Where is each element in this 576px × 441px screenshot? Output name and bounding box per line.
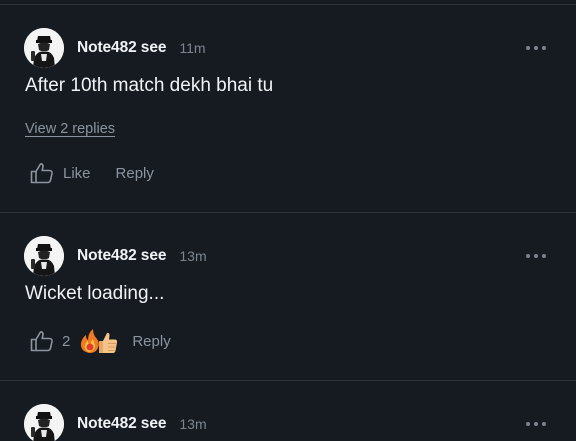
reply-button[interactable]: Reply	[116, 165, 154, 182]
divider	[0, 4, 576, 5]
username[interactable]: Note482 see	[77, 39, 166, 57]
comment-timestamp: 13m	[179, 416, 207, 432]
fire-icon	[81, 329, 100, 353]
comment-item: Note482 see 13m Wicket loading... 2 Repl…	[0, 236, 576, 381]
view-replies-link[interactable]: View 2 replies	[25, 121, 115, 137]
username[interactable]: Note482 see	[77, 247, 166, 265]
avatar-image	[24, 28, 64, 68]
comment-header: Note482 see 13m	[24, 236, 207, 276]
user-avatar[interactable]	[24, 28, 64, 68]
comment-actions: 2 Reply	[30, 328, 171, 354]
reaction-summary[interactable]	[78, 327, 118, 355]
like-button[interactable]: 2	[30, 330, 70, 352]
username[interactable]: Note482 see	[77, 415, 166, 433]
more-options-icon[interactable]	[526, 41, 546, 55]
comment-timestamp: 13m	[179, 248, 207, 264]
reply-button[interactable]: Reply	[132, 333, 170, 350]
avatar-image	[24, 404, 64, 441]
comment-text: Wicket loading...	[25, 283, 165, 304]
user-avatar[interactable]	[24, 236, 64, 276]
thumbs-up-outline-icon	[30, 331, 53, 352]
more-options-icon[interactable]	[526, 417, 546, 431]
comment-thread: Note482 see 11m After 10th match dekh bh…	[0, 0, 576, 441]
comment-item: Note482 see 13m	[0, 404, 576, 441]
like-button[interactable]: Like	[30, 162, 91, 184]
reaction-icons	[81, 329, 118, 353]
more-options-icon[interactable]	[526, 249, 546, 263]
thumbs-up-icon	[99, 332, 118, 353]
divider	[0, 380, 576, 381]
comment-timestamp: 11m	[179, 40, 206, 56]
like-label: Like	[63, 164, 91, 182]
avatar-image	[24, 236, 64, 276]
comment-text: After 10th match dekh bhai tu	[25, 75, 274, 96]
comment-header: Note482 see 11m	[24, 28, 206, 68]
comment-item: Note482 see 11m After 10th match dekh bh…	[0, 28, 576, 213]
thumbs-up-outline-icon	[30, 163, 53, 184]
comment-header: Note482 see 13m	[24, 404, 207, 441]
like-count: 2	[62, 332, 71, 350]
comment-actions: Like Reply	[30, 160, 154, 186]
user-avatar[interactable]	[24, 404, 64, 441]
divider	[0, 212, 576, 213]
